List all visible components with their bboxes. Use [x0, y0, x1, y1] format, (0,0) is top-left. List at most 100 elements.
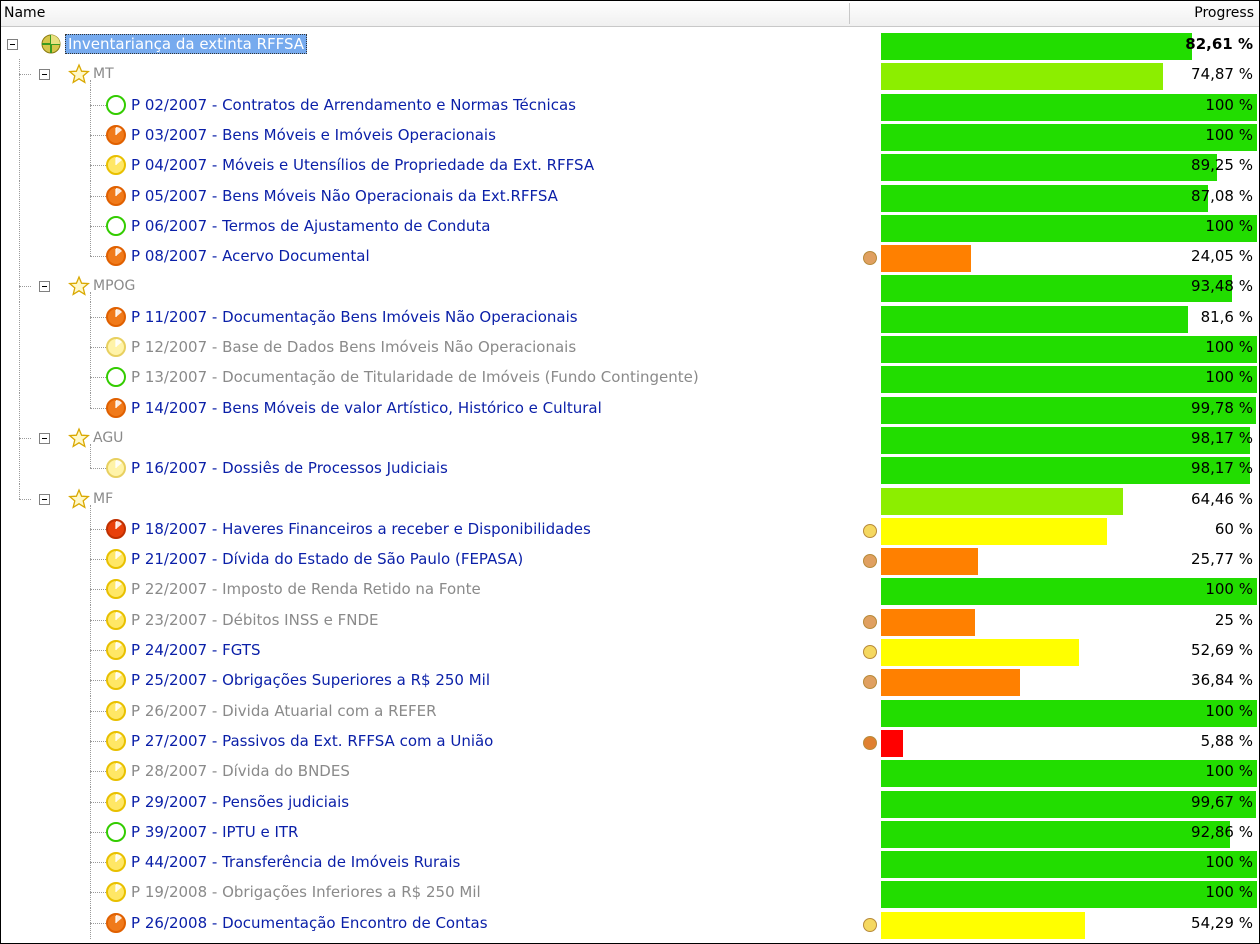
item-label[interactable]: P 05/2007 - Bens Móveis Não Operacionais…: [131, 187, 558, 205]
tree-item[interactable]: P 29/2007 - Pensões judiciais 99,67 %: [1, 786, 1259, 818]
tree-item[interactable]: P 16/2007 - Dossiês de Processos Judicia…: [1, 453, 1259, 485]
clock-yellow-icon: [106, 852, 126, 873]
tree-connector: [90, 332, 91, 363]
tree-item[interactable]: P 02/2007 - Contratos de Arrendamento e …: [1, 89, 1259, 121]
clock-yellow-icon: [106, 791, 126, 812]
progress-bar: [881, 881, 1257, 909]
item-label[interactable]: P 23/2007 - Débitos INSS e FNDE: [131, 611, 379, 629]
root-label[interactable]: Inventariança da extinta RFFSA: [65, 34, 308, 54]
clock-green-icon: [106, 94, 126, 115]
progress-bar: [881, 366, 1257, 394]
group-node[interactable]: MPOG 93,48 %: [1, 271, 1259, 303]
progress-column-header[interactable]: Progress: [1194, 5, 1254, 21]
tree-item[interactable]: P 08/2007 - Acervo Documental 24,05 %: [1, 241, 1259, 273]
item-label[interactable]: P 19/2008 - Obrigações Inferiores a R$ 2…: [131, 883, 481, 901]
tree-item[interactable]: P 21/2007 - Dívida do Estado de São Paul…: [1, 544, 1259, 576]
tree-item[interactable]: P 05/2007 - Bens Móveis Não Operacionais…: [1, 180, 1259, 212]
tree-item[interactable]: P 27/2007 - Passivos da Ext. RFFSA com a…: [1, 725, 1259, 757]
progress-value: 52,69 %: [1191, 641, 1253, 659]
tree-item[interactable]: P 11/2007 - Documentação Bens Imóveis Nã…: [1, 301, 1259, 333]
progress-value: 100 %: [1205, 338, 1253, 356]
item-label[interactable]: P 02/2007 - Contratos de Arrendamento e …: [131, 96, 576, 114]
item-label[interactable]: P 26/2008 - Documentação Encontro de Con…: [131, 914, 488, 932]
tree-item[interactable]: P 23/2007 - Débitos INSS e FNDE 25 %: [1, 604, 1259, 636]
progress-value: 100 %: [1205, 580, 1253, 599]
item-label[interactable]: P 18/2007 - Haveres Financeiros a recebe…: [131, 520, 591, 538]
column-divider[interactable]: [849, 3, 850, 24]
progress-value: 92,86 %: [1191, 822, 1253, 841]
group-collapse-toggle[interactable]: [39, 493, 50, 505]
tree-connector: [90, 150, 91, 182]
item-label[interactable]: P 24/2007 - FGTS: [131, 641, 260, 659]
tree-item[interactable]: P 26/2008 - Documentação Encontro de Con…: [1, 907, 1259, 939]
progress-value: 81,6 %: [1200, 307, 1253, 326]
root-node[interactable]: Inventariança da extinta RFFSA 82,61 %: [1, 29, 1259, 60]
group-node[interactable]: MF 64,46 %: [1, 483, 1259, 515]
name-column-header[interactable]: Name: [4, 5, 45, 21]
progress-bar: [881, 820, 1231, 848]
item-label[interactable]: P 39/2007 - IPTU e ITR: [131, 823, 298, 841]
progress-value: 5,88 %: [1200, 731, 1253, 750]
tree-item[interactable]: P 39/2007 - IPTU e ITR 92,86 %: [1, 816, 1259, 848]
tree-connector: [90, 210, 91, 242]
tree-item[interactable]: P 13/2007 - Documentação de Titularidade…: [1, 362, 1259, 394]
item-label[interactable]: P 14/2007 - Bens Móveis de valor Artísti…: [131, 399, 602, 417]
item-label[interactable]: P 13/2007 - Documentação de Titularidade…: [131, 368, 699, 386]
warning-indicator-icon: [863, 251, 877, 266]
clock-yellow-icon: [106, 882, 126, 903]
clock-orange-icon: [106, 246, 126, 267]
item-label[interactable]: P 26/2007 - Divida Atuarial com a REFER: [131, 702, 437, 720]
progress-bar: [881, 851, 1257, 879]
item-label[interactable]: P 04/2007 - Móveis e Utensílios de Propr…: [131, 156, 594, 174]
tree-item[interactable]: P 26/2007 - Divida Atuarial com a REFER 1…: [1, 695, 1259, 727]
group-node[interactable]: AGU 98,17 %: [1, 422, 1259, 454]
item-label[interactable]: P 25/2007 - Obrigações Superiores a R$ 2…: [131, 671, 490, 689]
group-collapse-toggle[interactable]: [39, 432, 50, 444]
tree-item[interactable]: P 24/2007 - FGTS 52,69 %: [1, 635, 1259, 666]
item-label[interactable]: P 44/2007 - Transferência de Imóveis Rur…: [131, 853, 460, 871]
tree-item[interactable]: P 28/2007 - Dívida do BNDES 100 %: [1, 756, 1259, 788]
progress-bar: [881, 63, 1163, 91]
item-label[interactable]: P 28/2007 - Dívida do BNDES: [131, 762, 350, 780]
group-collapse-toggle[interactable]: [39, 69, 50, 81]
group-collapse-toggle[interactable]: [39, 281, 50, 293]
tree-connector: [90, 241, 91, 257]
item-label[interactable]: P 27/2007 - Passivos da Ext. RFFSA com a…: [131, 732, 493, 750]
group-node[interactable]: MT 74,87 %: [1, 59, 1259, 91]
tree-connector: [90, 347, 106, 348]
tree-connector: [19, 286, 31, 288]
item-label[interactable]: P 16/2007 - Dossiês de Processos Judicia…: [131, 459, 448, 477]
warning-indicator-icon: [863, 735, 877, 750]
root-collapse-toggle[interactable]: [7, 39, 18, 50]
tree-item[interactable]: P 25/2007 - Obrigações Superiores a R$ 2…: [1, 665, 1259, 697]
tree-item[interactable]: P 22/2007 - Imposto de Renda Retido na F…: [1, 574, 1259, 606]
tree-item[interactable]: P 04/2007 - Móveis e Utensílios de Propr…: [1, 150, 1259, 182]
item-label[interactable]: P 06/2007 - Termos de Ajustamento de Con…: [131, 217, 491, 235]
tree-item[interactable]: P 44/2007 - Transferência de Imóveis Rur…: [1, 847, 1259, 879]
item-label[interactable]: P 29/2007 - Pensões judiciais: [131, 793, 349, 811]
group-label: MF: [93, 490, 114, 507]
star-icon: [68, 63, 90, 85]
tree-connector: [90, 847, 91, 879]
item-label[interactable]: P 12/2007 - Base de Dados Bens Imóveis N…: [131, 338, 576, 356]
item-label[interactable]: P 03/2007 - Bens Móveis e Imóveis Operac…: [131, 126, 496, 144]
item-label[interactable]: P 11/2007 - Documentação Bens Imóveis Nã…: [131, 308, 578, 326]
progress-value: 64,46 %: [1191, 489, 1253, 508]
tree-connector: [90, 528, 106, 530]
item-label[interactable]: P 08/2007 - Acervo Documental: [131, 247, 370, 265]
tree-connector: [19, 119, 20, 151]
item-label[interactable]: P 21/2007 - Dívida do Estado de São Paul…: [131, 550, 523, 568]
tree-item[interactable]: P 03/2007 - Bens Móveis e Imóveis Operac…: [1, 119, 1259, 151]
clock-yellow-icon: [106, 155, 126, 176]
progress-bar: [881, 548, 978, 576]
progress-value: 24,05 %: [1191, 247, 1253, 266]
progress-bar: [881, 669, 1020, 697]
tree-connector: [90, 695, 91, 727]
tree-item[interactable]: P 19/2008 - Obrigações Inferiores a R$ 2…: [1, 877, 1259, 909]
tree-item[interactable]: P 12/2007 - Base de Dados Bens Imóveis N…: [1, 332, 1259, 363]
tree-connector: [90, 650, 106, 651]
tree-item[interactable]: P 06/2007 - Termos de Ajustamento de Con…: [1, 210, 1259, 242]
tree-item[interactable]: P 14/2007 - Bens Móveis de valor Artísti…: [1, 392, 1259, 424]
tree-item[interactable]: P 18/2007 - Haveres Financeiros a recebe…: [1, 513, 1259, 545]
item-label[interactable]: P 22/2007 - Imposto de Renda Retido na F…: [131, 580, 481, 598]
